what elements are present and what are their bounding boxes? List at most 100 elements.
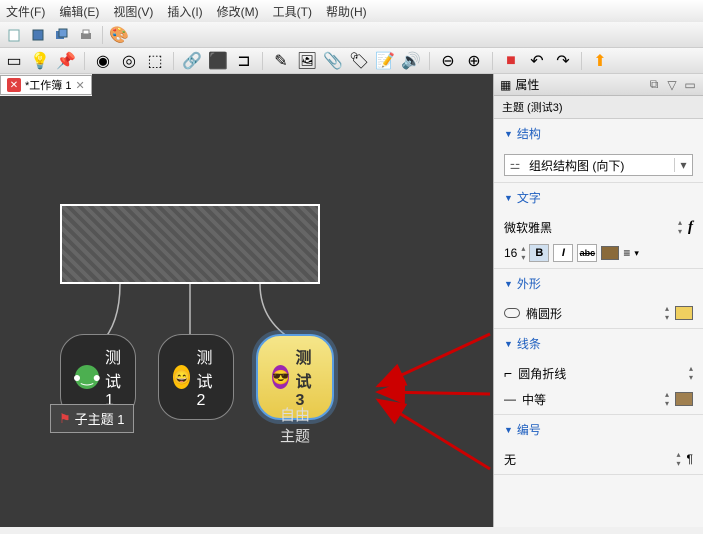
menu-edit[interactable]: 编辑(E) [59, 3, 99, 20]
align-icon[interactable]: ≡ [623, 246, 630, 260]
link-icon[interactable]: 🔗 [182, 51, 202, 71]
topic-label: 测试1 [105, 344, 121, 410]
toolbar-main: 🎨 [0, 22, 703, 48]
font-stepper[interactable]: ▴▾ [678, 218, 682, 236]
stop-icon[interactable]: ■ [501, 51, 521, 71]
zoomin-icon[interactable]: ⊕ [464, 51, 484, 71]
audio-icon[interactable]: 🔊 [401, 51, 421, 71]
menu-help[interactable]: 帮助(H) [326, 3, 367, 20]
image-icon[interactable]: 🖼 [297, 51, 317, 71]
new-icon[interactable] [4, 25, 24, 45]
section-toggle[interactable]: ▼文字 [494, 183, 703, 212]
note-icon[interactable]: 📝 [375, 51, 395, 71]
emoji-laugh-icon: 😄 [173, 365, 190, 389]
free-topic-label: 自由主题 [280, 404, 320, 446]
line-style-value[interactable]: 圆角折线 [518, 365, 683, 382]
share-icon[interactable]: ⬆ [590, 51, 610, 71]
panel-header: ▦ 属性 ⧉ ▽ ▭ [494, 74, 703, 96]
shape-stepper[interactable]: ▴▾ [665, 304, 669, 322]
subtopic-label: 子主题 1 [75, 409, 125, 428]
structure-value: 组织结构图 (向下) [525, 157, 674, 174]
section-toggle[interactable]: ▼外形 [494, 269, 703, 298]
bold-button[interactable]: B [529, 244, 549, 262]
canvas[interactable]: ✕ *工作簿 1 ✕ ●‿● 测试1 😄 测试2 [0, 74, 493, 527]
section-structure: ▼结构 ⚍ 组织结构图 (向下) ▾ [494, 119, 703, 183]
shape-color-swatch[interactable] [675, 306, 693, 320]
root-topic[interactable] [60, 204, 320, 284]
section-number: ▼编号 无 ▴▾ ¶ [494, 415, 703, 475]
section-text: ▼文字 微软雅黑 ▴▾ f 16 ▴▾ B I abc ≡ ▾ [494, 183, 703, 269]
number-stepper[interactable]: ▴▾ [677, 450, 681, 468]
label-icon[interactable]: 🏷 [349, 51, 369, 71]
subnode-icon[interactable]: ◎ [119, 51, 139, 71]
font-style-icon[interactable]: f [688, 219, 693, 236]
section-toggle[interactable]: ▼线条 [494, 329, 703, 358]
tab-bar: ✕ *工作簿 1 ✕ [0, 74, 92, 96]
menubar: 文件(F) 编辑(E) 视图(V) 插入(I) 修改(M) 工具(T) 帮助(H… [0, 0, 703, 22]
number-format-icon[interactable]: ¶ [687, 452, 693, 466]
chevron-down-icon[interactable]: ▾ [634, 248, 639, 259]
zoomout-icon[interactable]: ⊖ [438, 51, 458, 71]
structure-combo[interactable]: ⚍ 组织结构图 (向下) ▾ [504, 154, 693, 176]
menu-modify[interactable]: 修改(M) [217, 3, 259, 20]
document-tab[interactable]: ✕ *工作簿 1 ✕ [0, 75, 92, 95]
panel-icon: ▦ [500, 78, 511, 92]
outline-icon[interactable]: ▭ [4, 51, 24, 71]
edit-icon[interactable]: ✎ [271, 51, 291, 71]
section-shape: ▼外形 椭圆形 ▴▾ [494, 269, 703, 329]
menu-view[interactable]: 视图(V) [113, 3, 153, 20]
line-weight-value[interactable]: 中等 [522, 391, 659, 408]
tab-label: *工作簿 1 [25, 77, 71, 93]
number-value[interactable]: 无 [504, 451, 671, 468]
panel-title: 属性 [515, 76, 643, 93]
close-icon[interactable]: ✕ [7, 78, 21, 92]
subtopic-node[interactable]: ⚑ 子主题 1 [50, 404, 134, 433]
emoji-cool-icon: 😎 [272, 365, 289, 389]
node-icon[interactable]: ◉ [93, 51, 113, 71]
section-toggle[interactable]: ▼结构 [494, 119, 703, 148]
minimize-icon[interactable]: ▽ [665, 78, 679, 92]
summary-icon[interactable]: ⊐ [234, 51, 254, 71]
ellipse-icon [504, 308, 520, 318]
tab-x-icon[interactable]: ✕ [75, 79, 84, 92]
topic-label: 测试3 [295, 344, 318, 410]
pin-icon[interactable]: 📌 [56, 51, 76, 71]
boundary-icon[interactable]: ⬛ [208, 51, 228, 71]
float-icon[interactable]: ⬚ [145, 51, 165, 71]
menu-insert[interactable]: 插入(I) [167, 3, 202, 20]
line-color-swatch[interactable] [675, 392, 693, 406]
section-line: ▼线条 ⌐ 圆角折线 ▴▾ — 中等 ▴▾ [494, 329, 703, 415]
section-toggle[interactable]: ▼编号 [494, 415, 703, 444]
strike-button[interactable]: abc [577, 244, 597, 262]
undo-icon[interactable]: ↶ [527, 51, 547, 71]
size-stepper[interactable]: ▴▾ [521, 244, 525, 262]
text-color-swatch[interactable] [601, 246, 619, 260]
menu-tools[interactable]: 工具(T) [273, 3, 312, 20]
topic-label: 测试2 [196, 344, 219, 410]
restore-icon[interactable]: ⧉ [647, 78, 661, 92]
chevron-down-icon[interactable]: ▾ [674, 158, 692, 172]
menu-icon[interactable]: ▭ [683, 78, 697, 92]
font-size[interactable]: 16 [504, 246, 517, 260]
bulb-icon[interactable]: 💡 [30, 51, 50, 71]
print-icon[interactable] [76, 25, 96, 45]
flag-icon: ⚑ [59, 411, 71, 427]
orgchart-icon: ⚍ [505, 158, 525, 172]
properties-panel: ▦ 属性 ⧉ ▽ ▭ 主题 (测试3) ▼结构 ⚍ 组织结构图 (向下) ▾ ▼… [493, 74, 703, 527]
line-weight-icon: — [504, 392, 516, 406]
mindmap: ●‿● 测试1 😄 测试2 😎 测试3 ⚑ 子主题 1 自由主题 [60, 204, 320, 284]
line-stepper[interactable]: ▴▾ [689, 364, 693, 382]
font-family[interactable]: 微软雅黑 [504, 219, 672, 236]
polyline-icon: ⌐ [504, 365, 512, 381]
style-icon[interactable]: 🎨 [109, 25, 129, 45]
saveall-icon[interactable] [52, 25, 72, 45]
redo-icon[interactable]: ↷ [553, 51, 573, 71]
save-icon[interactable] [28, 25, 48, 45]
italic-button[interactable]: I [553, 244, 573, 262]
shape-value[interactable]: 椭圆形 [526, 305, 659, 322]
emoji-smile-icon: ●‿● [75, 365, 99, 389]
attach-icon[interactable]: 📎 [323, 51, 343, 71]
topic-node-2[interactable]: 😄 测试2 [158, 334, 234, 420]
menu-file[interactable]: 文件(F) [6, 3, 45, 20]
weight-stepper[interactable]: ▴▾ [665, 390, 669, 408]
